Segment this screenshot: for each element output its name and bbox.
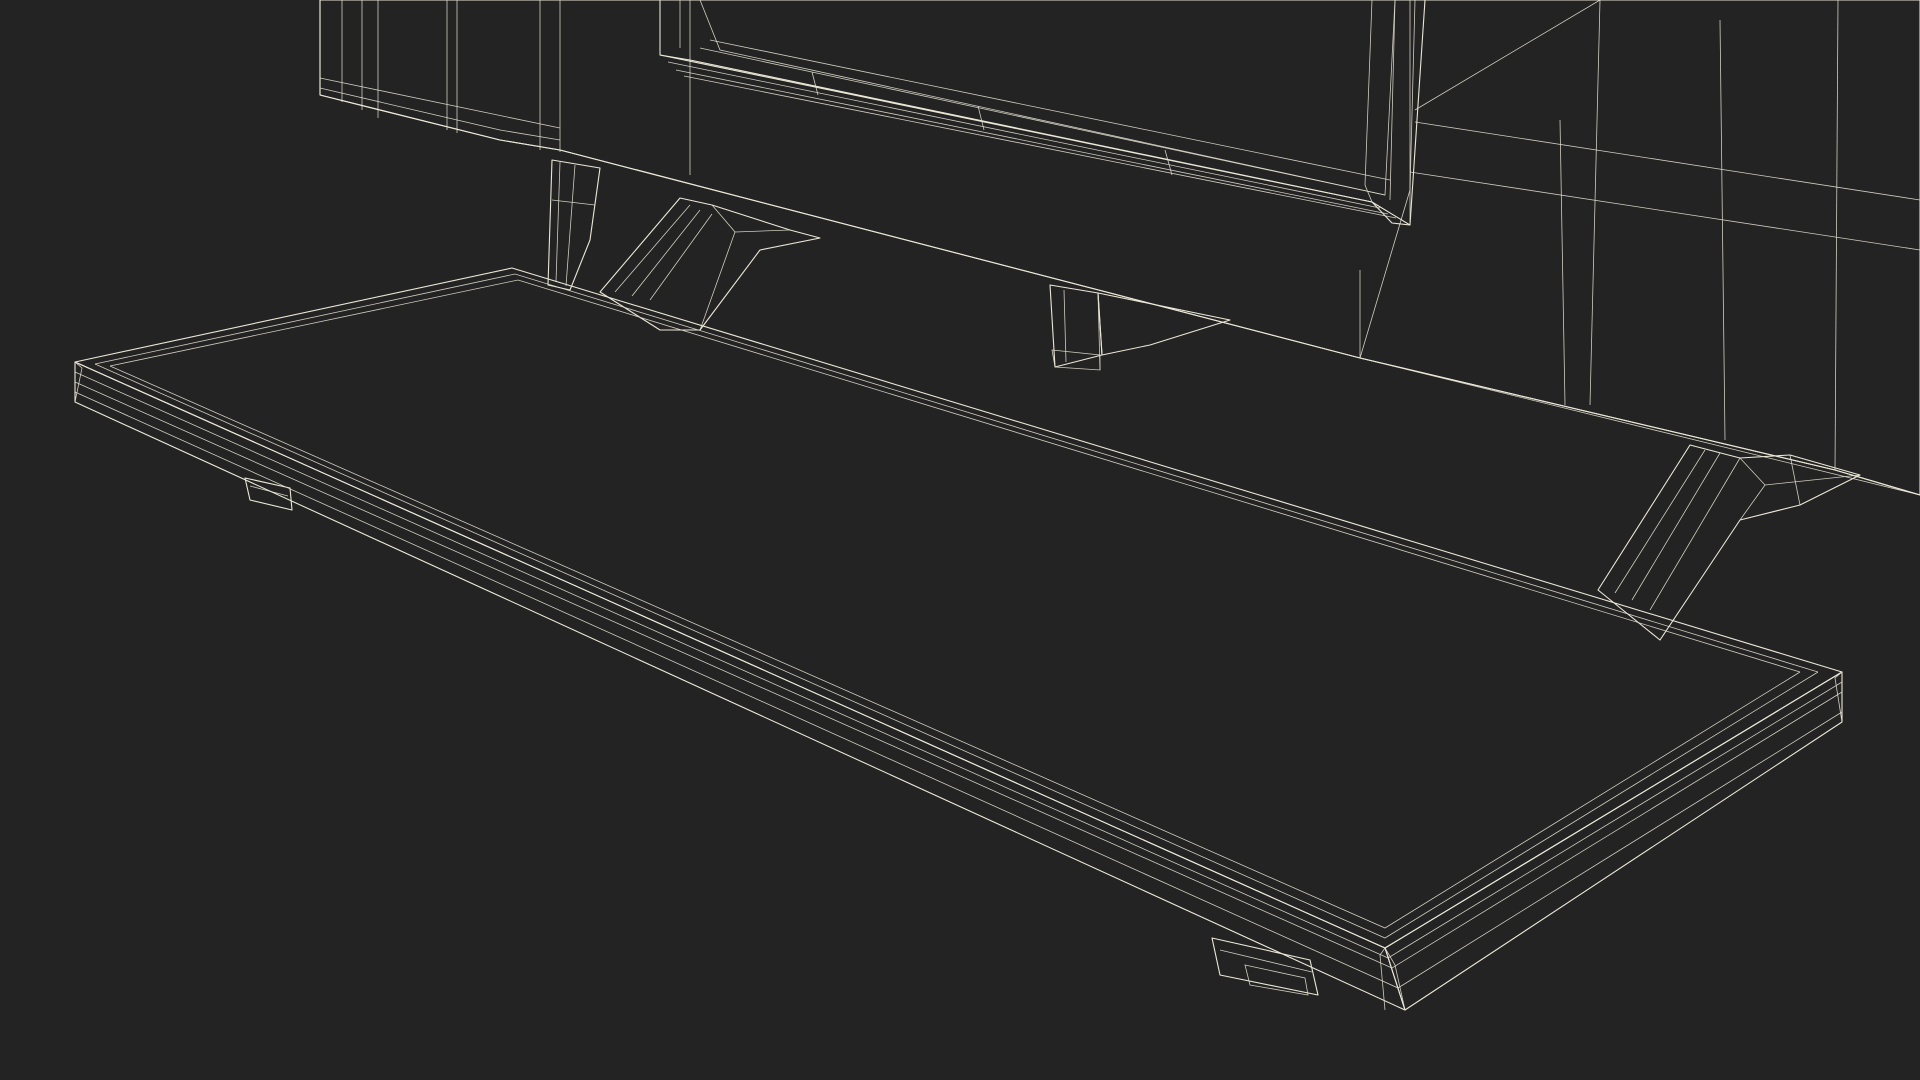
recessed-panel (659, 0, 1426, 226)
cabinet-body (319, 0, 1920, 496)
cabinet-bracket-center (1049, 284, 1231, 371)
wireframe-render-canvas (74, 0, 1920, 1011)
tray (74, 267, 1843, 1011)
cabinet-brace-right (1597, 444, 1861, 641)
cabinet-leg-left (547, 159, 601, 291)
